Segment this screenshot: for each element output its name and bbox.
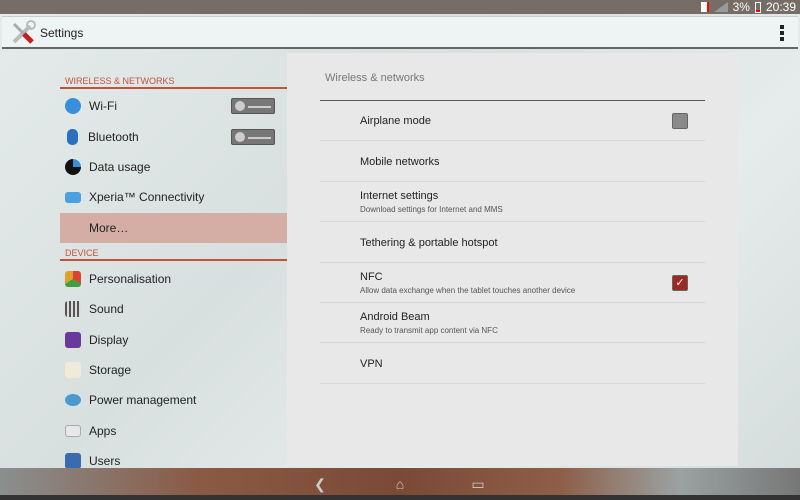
row-summary: Download settings for Internet and MMS (360, 204, 503, 214)
airplane-mode-row[interactable]: Airplane mode (320, 101, 705, 141)
navigation-bar: ❮ ⌂ ▭ (0, 468, 800, 500)
sidebar-item-label: Xperia™ Connectivity (89, 190, 205, 204)
row-label: NFC (360, 270, 383, 283)
sidebar-item-label: Power management (89, 393, 197, 407)
row-label: Android Beam (360, 310, 430, 323)
nfc-checkbox[interactable]: ✓ (672, 274, 688, 291)
status-bar: 3% 20:39 (0, 0, 800, 14)
bluetooth-toggle[interactable] (231, 129, 275, 145)
sidebar-item-label: Personalisation (89, 272, 172, 286)
action-bar: Settings (2, 16, 798, 49)
sidebar-item-label: Sound (89, 302, 124, 316)
airplane-mode-checkbox[interactable] (672, 112, 688, 129)
storage-icon (65, 362, 81, 378)
row-label: Internet settings (360, 189, 439, 202)
page-title: Settings (40, 26, 84, 40)
row-label: Mobile networks (360, 155, 440, 168)
tethering-hotspot-row[interactable]: Tethering & portable hotspot (320, 223, 705, 263)
power-management-icon (65, 394, 81, 406)
vpn-row[interactable]: VPN (320, 344, 705, 384)
sidebar-item-display[interactable]: Display (60, 325, 287, 355)
clock: 20:39 (765, 0, 796, 14)
battery-icon (754, 1, 761, 13)
sidebar-item-bluetooth[interactable]: Bluetooth (60, 122, 287, 152)
sidebar-item-wifi[interactable]: Wi-Fi (60, 91, 287, 121)
sidebar-item-storage[interactable]: Storage (60, 355, 287, 385)
sidebar-item-label: More… (89, 221, 129, 235)
sidebar-item-xperia-connectivity[interactable]: Xperia™ Connectivity (60, 182, 287, 212)
row-summary: Allow data exchange when the tablet touc… (360, 285, 576, 295)
sidebar-item-power-management[interactable]: Power management (60, 385, 287, 415)
device-header: DEVICE (60, 248, 287, 261)
back-icon[interactable]: ❮ (308, 476, 332, 493)
battery-percent: 3% (732, 0, 750, 14)
sidebar-item-label: Apps (89, 424, 117, 438)
sidebar-item-more[interactable]: More… (60, 213, 287, 243)
xperia-connectivity-icon (65, 191, 81, 203)
sidebar-item-label: Bluetooth (88, 130, 139, 144)
overflow-menu-icon[interactable] (780, 25, 784, 41)
sidebar-item-label: Users (89, 454, 121, 468)
sound-equalizer-icon (65, 301, 81, 317)
row-label: Airplane mode (360, 114, 431, 127)
mobile-networks-row[interactable]: Mobile networks (320, 142, 705, 182)
wifi-toggle[interactable] (231, 98, 275, 114)
sidebar-item-data-usage[interactable]: Data usage (60, 152, 287, 182)
sim-missing-icon (700, 2, 709, 12)
no-signal-icon (713, 2, 728, 12)
sidebar-item-sound[interactable]: Sound (60, 294, 287, 324)
sidebar-item-label: Display (89, 333, 129, 347)
row-summary: Ready to transmit app content via NFC (360, 325, 498, 335)
sidebar-item-apps[interactable]: Apps (60, 416, 287, 446)
home-icon[interactable]: ⌂ (388, 476, 412, 492)
display-icon (65, 332, 81, 348)
data-usage-icon (65, 159, 81, 175)
sidebar-item-label: Wi-Fi (89, 99, 117, 113)
row-label: Tethering & portable hotspot (360, 236, 498, 249)
sidebar-item-personalisation[interactable]: Personalisation (60, 264, 287, 294)
bluetooth-icon (67, 129, 78, 145)
wifi-icon (65, 98, 81, 114)
users-icon (65, 453, 81, 469)
sidebar-item-label: Storage (89, 363, 132, 377)
internet-settings-row[interactable]: Internet settings Download settings for I… (320, 182, 705, 222)
recent-apps-icon[interactable]: ▭ (466, 476, 490, 493)
blank-icon (65, 220, 81, 236)
wireless-networks-header: WIRELESS & NETWORKS (60, 76, 287, 89)
settings-tools-icon[interactable] (10, 20, 36, 46)
android-beam-row[interactable]: Android Beam Ready to transmit app conten… (320, 303, 705, 343)
panel-title: Wireless & networks (325, 72, 425, 84)
personalisation-icon (65, 271, 81, 287)
wireless-networks-panel: Wireless & networks Airplane mode Mobile… (287, 53, 738, 466)
row-label: VPN (360, 357, 383, 370)
nfc-row[interactable]: NFC Allow data exchange when the tablet t… (320, 263, 705, 303)
sidebar-item-label: Data usage (89, 160, 151, 174)
apps-icon (65, 425, 81, 437)
